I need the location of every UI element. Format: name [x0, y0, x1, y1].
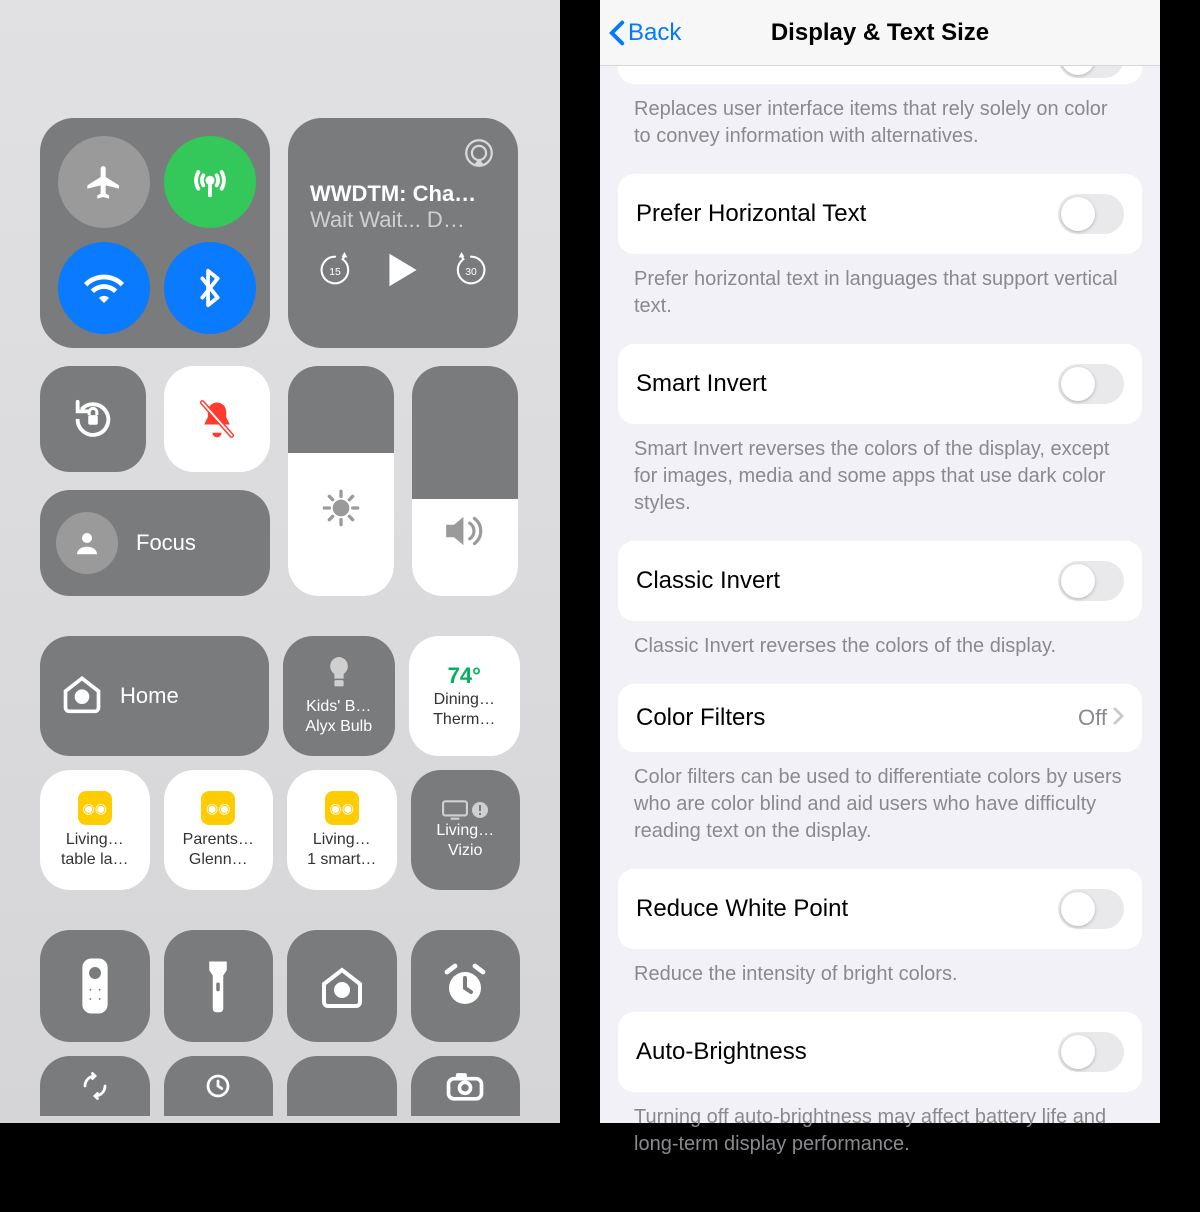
- control-center-screen: System Services & AirVisual T-Mobile Wi-…: [0, 0, 560, 1123]
- toggle-switch[interactable]: [1058, 561, 1124, 601]
- bulb-icon: [326, 657, 352, 696]
- outlet-icon: ◉◉: [78, 791, 112, 825]
- smart-invert-row[interactable]: Smart Invert: [618, 344, 1142, 424]
- wifi-toggle[interactable]: [58, 242, 150, 334]
- outlet-tile-1[interactable]: ◉◉ Living… table la…: [40, 770, 150, 890]
- skip-forward-button[interactable]: 30: [452, 251, 490, 294]
- media-tile[interactable]: WWDTM: Cha… Wait Wait... D… 15 30: [288, 118, 518, 348]
- row-value: Off: [1078, 705, 1107, 731]
- alarm-button[interactable]: [411, 930, 521, 1042]
- color-filters-row[interactable]: Color Filters Off: [618, 684, 1142, 752]
- row-label: Classic Invert: [636, 567, 780, 595]
- home-label: Home: [120, 683, 179, 709]
- svg-text:30: 30: [465, 267, 477, 278]
- footer-note: Replaces user interface items that rely …: [618, 84, 1142, 174]
- orientation-lock-toggle[interactable]: [40, 366, 146, 472]
- row-label: Smart Invert: [636, 370, 767, 398]
- row-label: Prefer Horizontal Text: [636, 200, 866, 228]
- svg-text:15: 15: [329, 267, 341, 278]
- auto-brightness-row[interactable]: Auto-Brightness: [618, 1012, 1142, 1092]
- toggle-switch[interactable]: [1058, 1032, 1124, 1072]
- toggle-switch[interactable]: [1058, 194, 1124, 234]
- footer-note: Color filters can be used to differentia…: [618, 752, 1142, 869]
- page-title: Display & Text Size: [600, 19, 1160, 47]
- settings-screen: Back Display & Text Size Replaces user i…: [600, 0, 1160, 1123]
- classic-invert-row[interactable]: Classic Invert: [618, 541, 1142, 621]
- tv-tile[interactable]: Living… Vizio: [411, 770, 521, 890]
- toggle-switch[interactable]: [1058, 364, 1124, 404]
- partial-toggle-row[interactable]: [618, 66, 1142, 84]
- airplay-icon[interactable]: [462, 136, 496, 175]
- prefer-horizontal-text-row[interactable]: Prefer Horizontal Text: [618, 174, 1142, 254]
- toggle-switch[interactable]: [1058, 66, 1124, 78]
- skip-back-button[interactable]: 15: [316, 251, 354, 294]
- footer-note: Smart Invert reverses the colors of the …: [618, 424, 1142, 541]
- media-subtitle: Wait Wait... D…: [310, 207, 496, 233]
- play-button[interactable]: [386, 251, 420, 294]
- airplane-mode-toggle[interactable]: [58, 136, 150, 228]
- media-title: WWDTM: Cha…: [310, 181, 496, 207]
- footer-note: Reduce the intensity of bright colors.: [618, 949, 1142, 1012]
- outlet-icon: ◉◉: [201, 791, 235, 825]
- row-label: Auto-Brightness: [636, 1038, 807, 1066]
- person-icon: [56, 512, 118, 574]
- cellular-data-toggle[interactable]: [164, 136, 256, 228]
- tv-alert-icon: [442, 800, 488, 820]
- brightness-slider[interactable]: [288, 366, 394, 596]
- partial-tile[interactable]: [40, 1056, 150, 1116]
- footer-note: Prefer horizontal text in languages that…: [618, 254, 1142, 344]
- partial-tile[interactable]: [164, 1056, 274, 1116]
- footer-note: Turning off auto-brightness may affect b…: [618, 1092, 1142, 1182]
- reduce-white-point-row[interactable]: Reduce White Point: [618, 869, 1142, 949]
- row-label: Color Filters: [636, 704, 765, 732]
- footer-note: Classic Invert reverses the colors of th…: [618, 621, 1142, 684]
- outlet-tile-3[interactable]: ◉◉ Living… 1 smart…: [287, 770, 397, 890]
- accessory-bulb-tile[interactable]: Kids' B… Alyx Bulb: [283, 636, 394, 756]
- connectivity-tile[interactable]: [40, 118, 270, 348]
- nav-bar: Back Display & Text Size: [600, 0, 1160, 66]
- focus-button[interactable]: Focus: [40, 490, 270, 596]
- home-icon: [60, 671, 104, 721]
- partial-tile[interactable]: [411, 1056, 521, 1116]
- silent-mode-toggle[interactable]: [164, 366, 270, 472]
- home-button[interactable]: Home: [40, 636, 269, 756]
- partial-tile[interactable]: [287, 1056, 397, 1116]
- home-shortcut-button[interactable]: [287, 930, 397, 1042]
- brightness-icon: [321, 488, 361, 533]
- chevron-right-icon: [1113, 705, 1124, 731]
- volume-slider[interactable]: [412, 366, 518, 596]
- outlet-icon: ◉◉: [325, 791, 359, 825]
- volume-icon: [443, 512, 487, 555]
- apple-tv-remote-button[interactable]: [40, 930, 150, 1042]
- flashlight-button[interactable]: [164, 930, 274, 1042]
- row-label: Reduce White Point: [636, 895, 848, 923]
- bluetooth-toggle[interactable]: [164, 242, 256, 334]
- temperature-value: 74°: [448, 663, 481, 689]
- accessory-thermostat-tile[interactable]: 74° Dining… Therm…: [409, 636, 520, 756]
- focus-label: Focus: [136, 530, 196, 556]
- toggle-switch[interactable]: [1058, 889, 1124, 929]
- outlet-tile-2[interactable]: ◉◉ Parents… Glenn…: [164, 770, 274, 890]
